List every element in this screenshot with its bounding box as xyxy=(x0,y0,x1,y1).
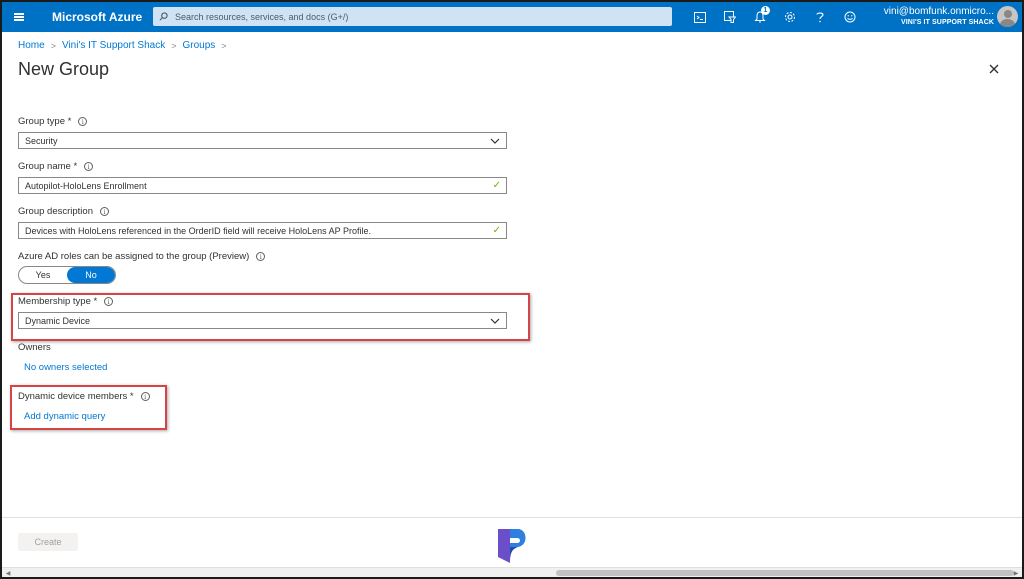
search-icon xyxy=(159,12,168,21)
directory-filter-icon[interactable] xyxy=(715,2,745,32)
group-name-label: Group name * i xyxy=(18,161,94,172)
info-icon[interactable]: i xyxy=(84,162,94,171)
breadcrumb-groups[interactable]: Groups xyxy=(182,40,215,51)
page-title: New Group xyxy=(18,59,110,79)
azure-ad-roles-toggle[interactable]: Yes No xyxy=(18,266,116,284)
breadcrumb-tenant[interactable]: Vini's IT Support Shack xyxy=(62,40,165,51)
settings-icon[interactable] xyxy=(775,2,805,32)
help-icon[interactable] xyxy=(805,2,835,32)
checkmark-icon: ✓ xyxy=(492,225,501,236)
account-tenant: VINI'S IT SUPPORT SHACK xyxy=(900,19,994,26)
notifications-icon[interactable]: 1 xyxy=(745,2,775,32)
no-owners-link[interactable]: No owners selected xyxy=(24,362,107,373)
scroll-right-icon[interactable]: ▶ xyxy=(1012,569,1020,577)
group-type-label: Group type * i xyxy=(18,116,88,127)
group-description-input[interactable]: Devices with HoloLens referenced in the … xyxy=(18,222,507,239)
create-button[interactable]: Create xyxy=(18,533,78,551)
toggle-no[interactable]: No xyxy=(67,267,115,283)
info-icon[interactable]: i xyxy=(99,207,109,216)
horizontal-scrollbar[interactable]: ◀ ▶ xyxy=(2,567,1022,577)
breadcrumb-separator: > xyxy=(171,40,177,51)
menu-icon[interactable] xyxy=(2,2,36,32)
scrollbar-thumb[interactable] xyxy=(556,570,1014,576)
group-description-label: Group description i xyxy=(18,206,109,217)
breadcrumb: Home > Vini's IT Support Shack > Groups … xyxy=(18,40,233,51)
azure-ad-roles-label: Azure AD roles can be assigned to the gr… xyxy=(18,251,266,262)
account-email: vini@bomfunk.onmicro... xyxy=(883,6,994,17)
search-input[interactable]: Search resources, services, and docs (G+… xyxy=(153,7,672,26)
breadcrumb-home[interactable]: Home xyxy=(18,40,45,51)
checkmark-icon: ✓ xyxy=(492,180,501,191)
info-icon[interactable]: i xyxy=(256,252,266,261)
notification-badge: 1 xyxy=(761,6,770,15)
azure-portal-window: Microsoft Azure Search resources, servic… xyxy=(2,2,1022,577)
breadcrumb-separator: > xyxy=(50,40,56,51)
group-name-value: Autopilot-HoloLens Enrollment xyxy=(25,180,147,191)
close-icon[interactable] xyxy=(987,62,1001,76)
top-navigation-bar: Microsoft Azure Search resources, servic… xyxy=(2,2,1022,32)
feedback-icon[interactable] xyxy=(835,2,865,32)
avatar[interactable] xyxy=(997,6,1018,27)
toggle-yes[interactable]: Yes xyxy=(19,267,67,283)
scroll-left-icon[interactable]: ◀ xyxy=(4,569,12,577)
group-type-dropdown[interactable]: Security xyxy=(18,132,507,149)
owners-label: Owners xyxy=(18,342,51,353)
cloud-shell-icon[interactable] xyxy=(685,2,715,32)
info-icon[interactable]: i xyxy=(78,117,88,126)
group-type-value: Security xyxy=(25,135,58,146)
membership-highlight-box xyxy=(11,293,530,341)
breadcrumb-separator: > xyxy=(221,40,227,51)
group-name-input[interactable]: Autopilot-HoloLens Enrollment ✓ xyxy=(18,177,507,194)
group-description-value: Devices with HoloLens referenced in the … xyxy=(25,225,371,236)
footer-divider xyxy=(2,517,1022,518)
chevron-down-icon xyxy=(490,138,500,144)
dynamic-members-highlight-box xyxy=(10,385,167,430)
watermark-logo xyxy=(498,529,526,563)
brand-title[interactable]: Microsoft Azure xyxy=(52,10,152,24)
account-menu[interactable]: vini@bomfunk.onmicro... VINI'S IT SUPPOR… xyxy=(870,6,994,28)
search-placeholder: Search resources, services, and docs (G+… xyxy=(175,11,349,22)
